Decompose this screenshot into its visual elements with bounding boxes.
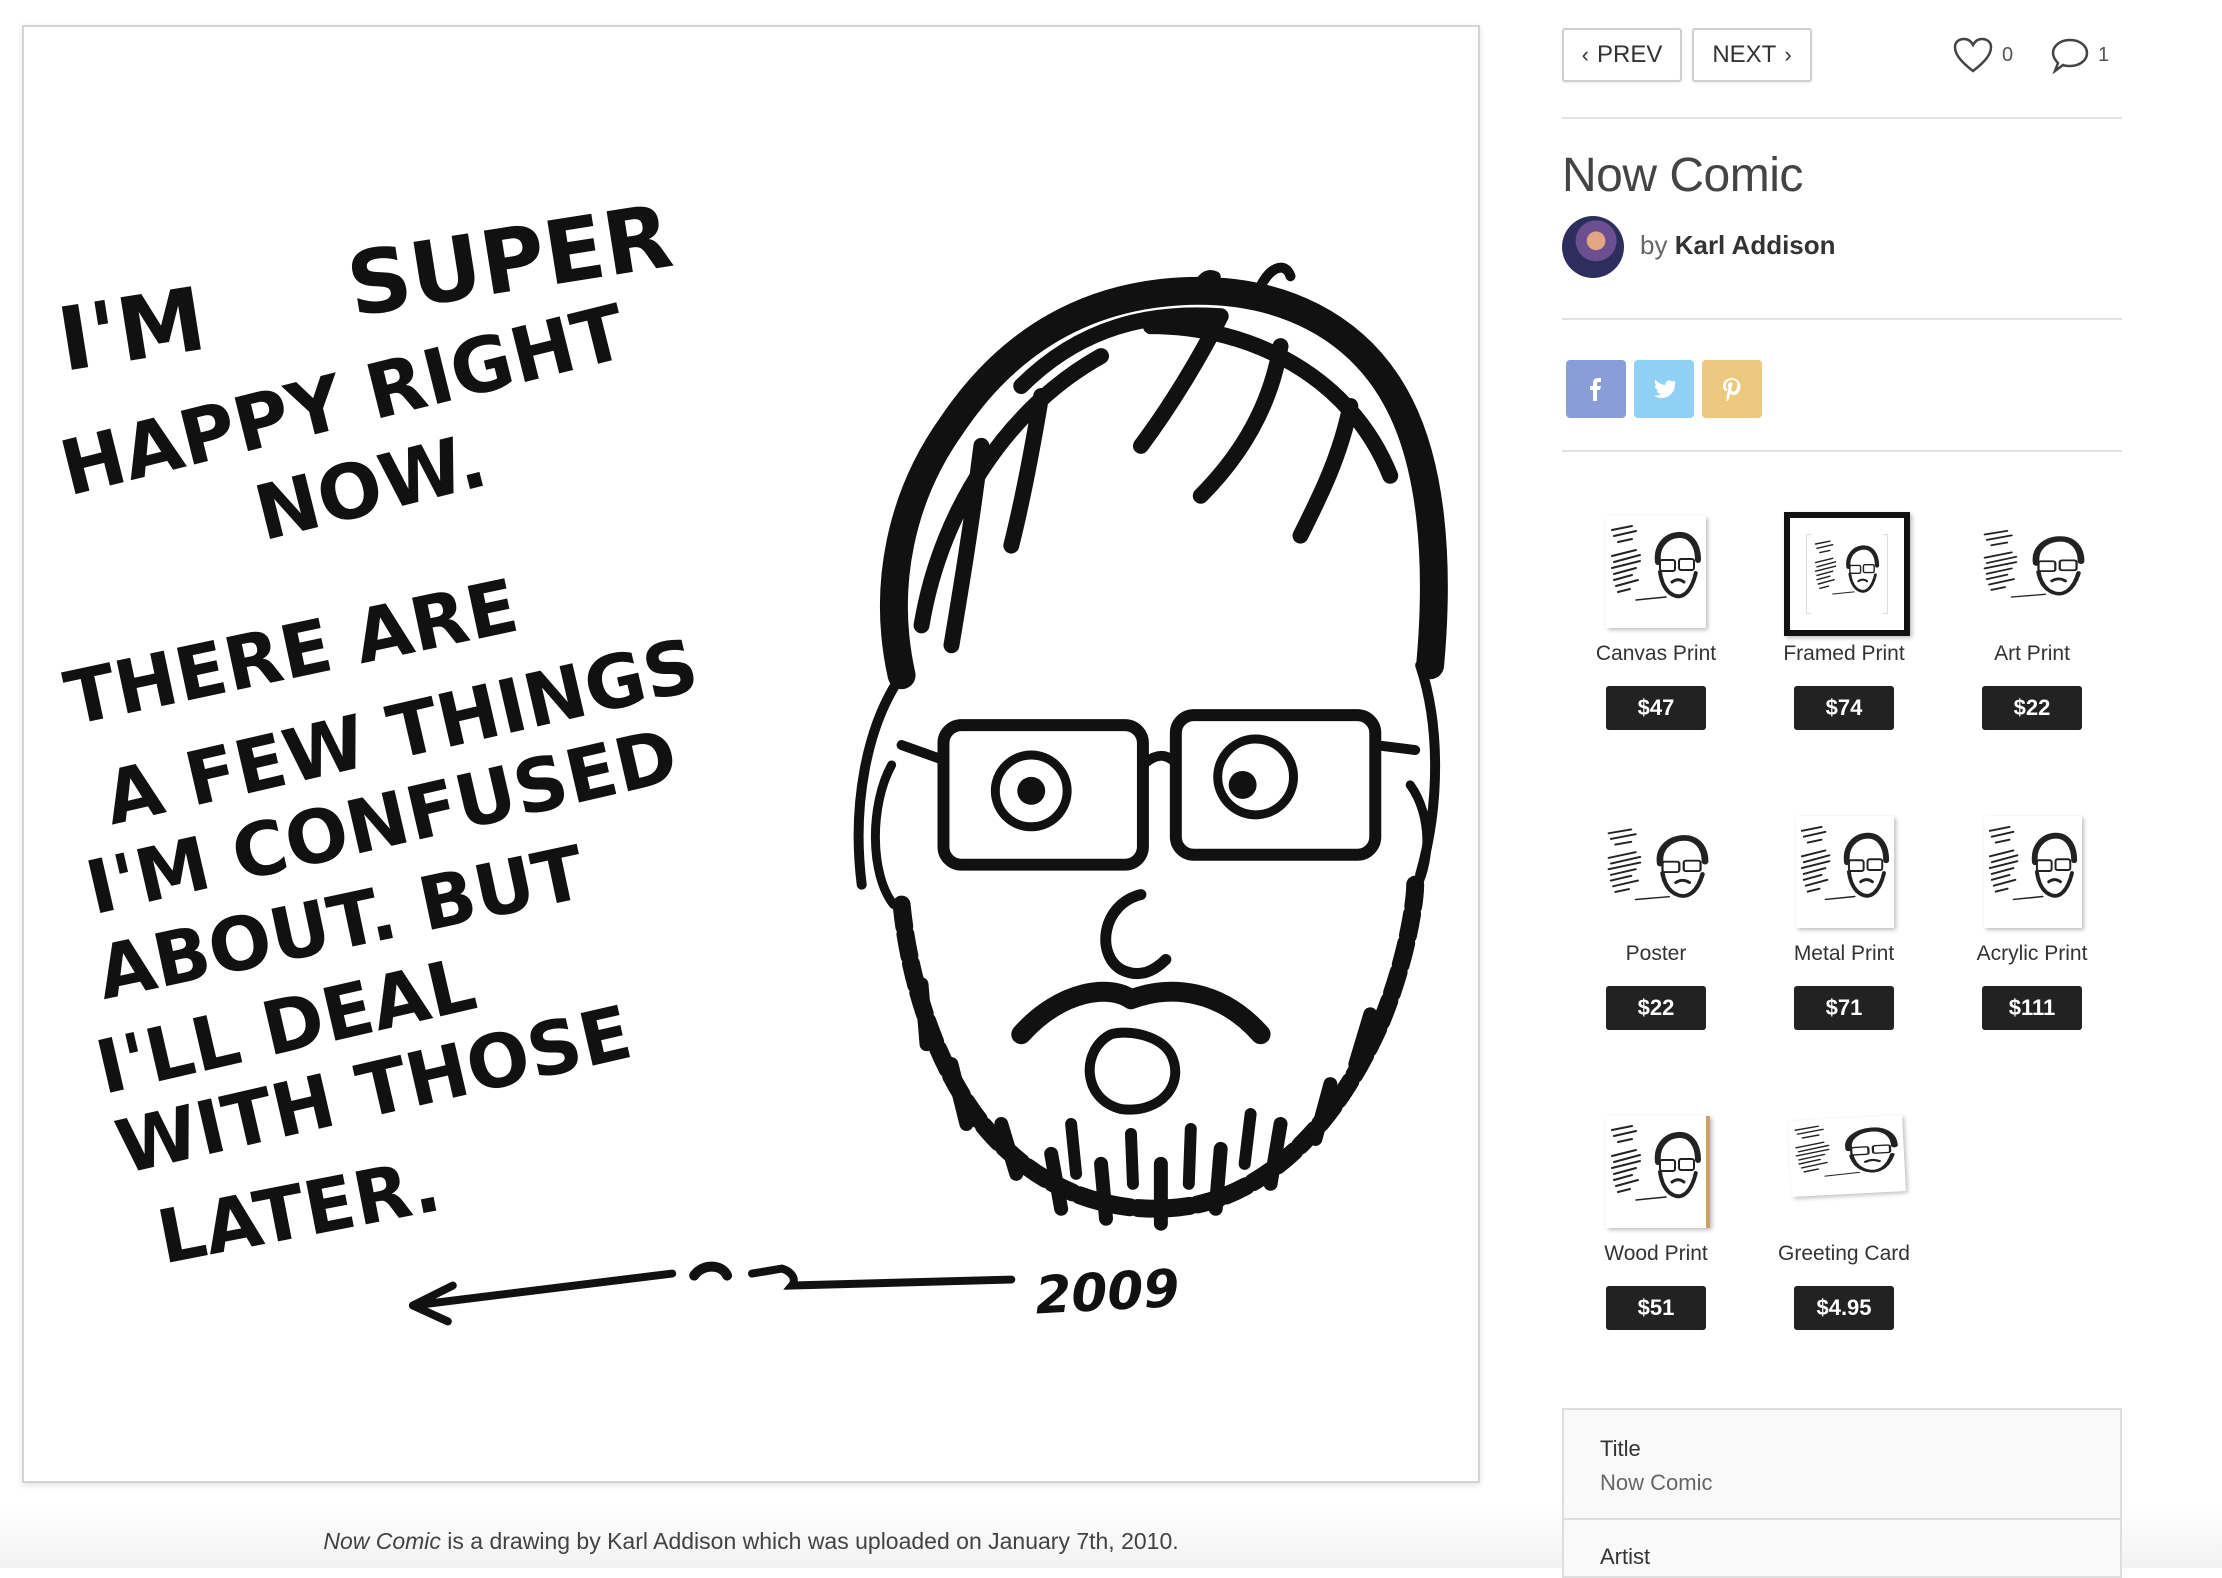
price-button[interactable]: $47 xyxy=(1606,686,1706,730)
signature-year: 2009 xyxy=(1034,1259,1181,1326)
product-metal-print[interactable]: Metal Print $71 xyxy=(1750,812,1938,1030)
details-divider xyxy=(1564,1518,2120,1520)
details-artist-label: Artist xyxy=(1600,1544,1651,1569)
product-name: Art Print xyxy=(1994,642,2070,665)
like-count: 0 xyxy=(2002,43,2014,66)
acrylic-print-thumbnail xyxy=(1972,812,2092,932)
price-button[interactable]: $51 xyxy=(1606,1286,1706,1330)
price-button[interactable]: $22 xyxy=(1606,986,1706,1030)
artwork-image[interactable]: I'M SUPER HAPPY RIGHT NOW. THERE ARE A F… xyxy=(22,25,1480,1483)
signature xyxy=(408,1261,1016,1326)
price-button[interactable]: $71 xyxy=(1794,986,1894,1030)
pinterest-share-button[interactable] xyxy=(1702,360,1762,418)
avatar[interactable] xyxy=(1562,216,1624,278)
greeting-card-thumbnail xyxy=(1784,1112,1906,1232)
artwork-drawing: I'M SUPER HAPPY RIGHT NOW. THERE ARE A F… xyxy=(51,185,1448,1326)
artwork-caption: Now Comic is a drawing by Karl Addison w… xyxy=(22,1528,1480,1555)
page-title: Now Comic xyxy=(1562,149,1803,202)
art-print-thumbnail xyxy=(1972,512,2092,632)
wood-print-thumbnail xyxy=(1596,1112,1716,1232)
next-button[interactable]: NEXT › xyxy=(1692,28,1812,82)
comment-counter[interactable]: 1 xyxy=(2050,36,2109,74)
artist-byline: by Karl Addison xyxy=(1640,230,1836,261)
product-name: Wood Print xyxy=(1604,1242,1708,1265)
chevron-left-icon: ‹ xyxy=(1581,42,1589,67)
canvas-print-thumbnail xyxy=(1596,512,1716,632)
product-acrylic-print[interactable]: Acrylic Print $111 xyxy=(1938,812,2126,1030)
face-sketch xyxy=(853,262,1448,1231)
chevron-right-icon: › xyxy=(1784,42,1792,67)
pinterest-icon xyxy=(1723,378,1741,402)
byline-prefix: by xyxy=(1640,230,1668,260)
artwork-details: Title Now Comic Artist xyxy=(1562,1408,2122,1578)
facebook-share-button[interactable] xyxy=(1566,360,1626,418)
divider xyxy=(1562,318,2122,320)
caption-text: is a drawing by Karl Addison which was u… xyxy=(440,1528,1179,1554)
product-name: Greeting Card xyxy=(1778,1242,1910,1265)
next-label: NEXT xyxy=(1712,41,1777,68)
divider xyxy=(1562,117,2122,119)
artist-link[interactable]: Karl Addison xyxy=(1675,230,1836,260)
product-name: Canvas Print xyxy=(1595,642,1717,665)
twitter-icon xyxy=(1653,379,1676,399)
twitter-share-button[interactable] xyxy=(1634,360,1694,418)
caption-title: Now Comic xyxy=(323,1528,441,1554)
price-button[interactable]: $4.95 xyxy=(1794,1286,1894,1330)
art-line-1: I'M xyxy=(51,268,212,392)
price-button[interactable]: $74 xyxy=(1794,686,1894,730)
price-button[interactable]: $22 xyxy=(1982,686,2082,730)
product-wood-print[interactable]: Wood Print $51 xyxy=(1562,1112,1750,1330)
metal-print-thumbnail xyxy=(1784,812,1904,932)
product-name: Poster xyxy=(1625,942,1687,965)
speech-bubble-icon xyxy=(2051,38,2089,74)
product-name: Metal Print xyxy=(1793,942,1895,965)
product-name: Framed Print xyxy=(1783,642,1905,665)
heart-icon xyxy=(1953,37,1993,73)
prev-label: PREV xyxy=(1596,41,1663,68)
prev-button[interactable]: ‹ PREV xyxy=(1562,28,1682,82)
product-greeting-card[interactable]: Greeting Card $4.95 xyxy=(1750,1112,1938,1330)
product-name: Acrylic Print xyxy=(1976,942,2088,965)
product-art-print[interactable]: Art Print $22 xyxy=(1938,512,2126,730)
product-panel: ‹ PREV NEXT › 0 1 Now Comic by Karl Addi… xyxy=(1562,0,2122,1578)
product-poster[interactable]: Poster $22 xyxy=(1562,812,1750,1030)
price-button[interactable]: $111 xyxy=(1982,986,2082,1030)
facebook-icon xyxy=(1590,378,1601,401)
details-title-value: Now Comic xyxy=(1600,1470,1713,1495)
product-framed-print[interactable]: Framed Print $74 xyxy=(1750,512,1938,730)
like-counter[interactable]: 0 xyxy=(1952,36,2013,74)
framed-print-thumbnail xyxy=(1784,512,1910,636)
divider xyxy=(1562,450,2122,452)
details-title-label: Title xyxy=(1600,1436,1641,1461)
poster-thumbnail xyxy=(1596,812,1716,932)
product-canvas-print[interactable]: Canvas Print $47 xyxy=(1562,512,1750,730)
comment-count: 1 xyxy=(2098,43,2110,66)
